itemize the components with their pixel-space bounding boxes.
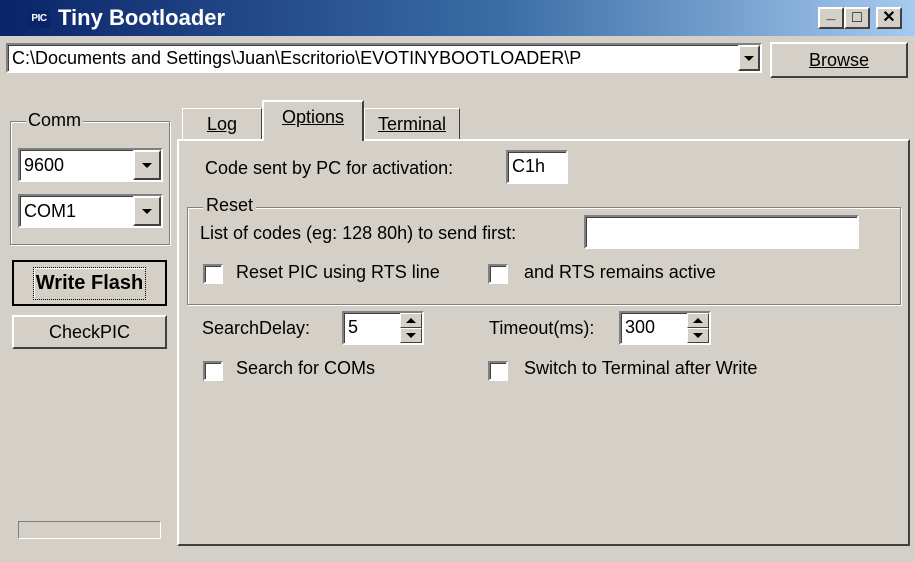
search-delay-spinner[interactable]: [400, 313, 422, 343]
com-port-value: COM1: [24, 201, 77, 221]
arrow-down-icon: [693, 333, 703, 338]
maximize-button[interactable]: □: [844, 7, 870, 29]
tab-terminal[interactable]: Terminal: [364, 108, 460, 140]
search-delay-spinbox[interactable]: 5: [342, 311, 424, 345]
app-icon: PIC: [28, 10, 50, 28]
file-path-combobox[interactable]: C:\Documents and Settings\Juan\Escritori…: [6, 43, 762, 73]
baud-rate-dropdown-button[interactable]: [133, 150, 161, 180]
arrow-up-icon: [406, 318, 416, 323]
chevron-down-icon: [142, 208, 152, 214]
baud-rate-select[interactable]: 9600: [18, 148, 163, 182]
arrow-up-icon: [693, 318, 703, 323]
checkpic-button[interactable]: CheckPIC: [12, 315, 167, 349]
search-coms-label: Search for COMs: [236, 358, 376, 378]
close-icon: ✕: [882, 9, 896, 26]
com-port-select[interactable]: COM1: [18, 194, 163, 228]
tab-log-label: Log: [206, 114, 238, 134]
reset-rts-label: Reset PIC using RTS line: [236, 262, 440, 282]
tab-terminal-label: Terminal: [377, 114, 447, 134]
timeout-spinbox[interactable]: 300: [619, 311, 711, 345]
write-flash-button[interactable]: Write Flash: [12, 260, 167, 306]
browse-button[interactable]: Browse: [770, 42, 908, 78]
checkpic-button-label: CheckPIC: [48, 322, 131, 342]
reset-codes-input[interactable]: [584, 215, 859, 249]
timeout-value: 300: [625, 317, 656, 337]
spin-up-button[interactable]: [687, 313, 709, 328]
reset-group-label: Reset: [203, 195, 257, 216]
tab-log[interactable]: Log: [182, 108, 262, 140]
progress-bar: [18, 521, 161, 539]
options-panel: [177, 139, 910, 546]
reset-rts-checkbox[interactable]: [203, 264, 223, 284]
arrow-down-icon: [406, 333, 416, 338]
window-title: Tiny Bootloader: [58, 5, 226, 30]
search-coms-checkbox[interactable]: [203, 361, 223, 381]
tab-options[interactable]: Options: [262, 100, 364, 141]
search-delay-label: SearchDelay:: [202, 318, 311, 338]
search-delay-value: 5: [348, 317, 359, 337]
timeout-spinner[interactable]: [687, 313, 709, 343]
browse-button-label: Browse: [808, 50, 870, 70]
maximize-icon: □: [852, 9, 862, 26]
chevron-down-icon: [142, 162, 152, 168]
reset-codes-label: List of codes (eg: 128 80h) to send firs…: [200, 223, 517, 243]
minimize-button[interactable]: _: [818, 5, 844, 29]
timeout-label: Timeout(ms):: [489, 318, 595, 338]
write-flash-button-label: Write Flash: [32, 266, 147, 300]
switch-terminal-label: Switch to Terminal after Write: [524, 358, 758, 378]
file-path-value: C:\Documents and Settings\Juan\Escritori…: [12, 48, 582, 68]
spin-down-button[interactable]: [687, 328, 709, 343]
file-path-dropdown-button[interactable]: [738, 45, 760, 71]
com-port-dropdown-button[interactable]: [133, 196, 161, 226]
chevron-down-icon: [744, 55, 754, 61]
rts-active-checkbox[interactable]: [488, 264, 508, 284]
close-button[interactable]: ✕: [876, 7, 902, 29]
baud-rate-value: 9600: [24, 155, 65, 175]
switch-terminal-checkbox[interactable]: [488, 361, 508, 381]
activation-code-label: Code sent by PC for activation:: [205, 158, 454, 178]
minimize-icon: _: [826, 5, 836, 22]
activation-code-value: C1h: [512, 156, 546, 176]
comm-group-label: Comm: [26, 110, 83, 131]
activation-code-input[interactable]: C1h: [506, 150, 568, 184]
spin-up-button[interactable]: [400, 313, 422, 328]
spin-down-button[interactable]: [400, 328, 422, 343]
tab-options-label: Options: [281, 107, 345, 127]
rts-active-label: and RTS remains active: [524, 262, 716, 282]
